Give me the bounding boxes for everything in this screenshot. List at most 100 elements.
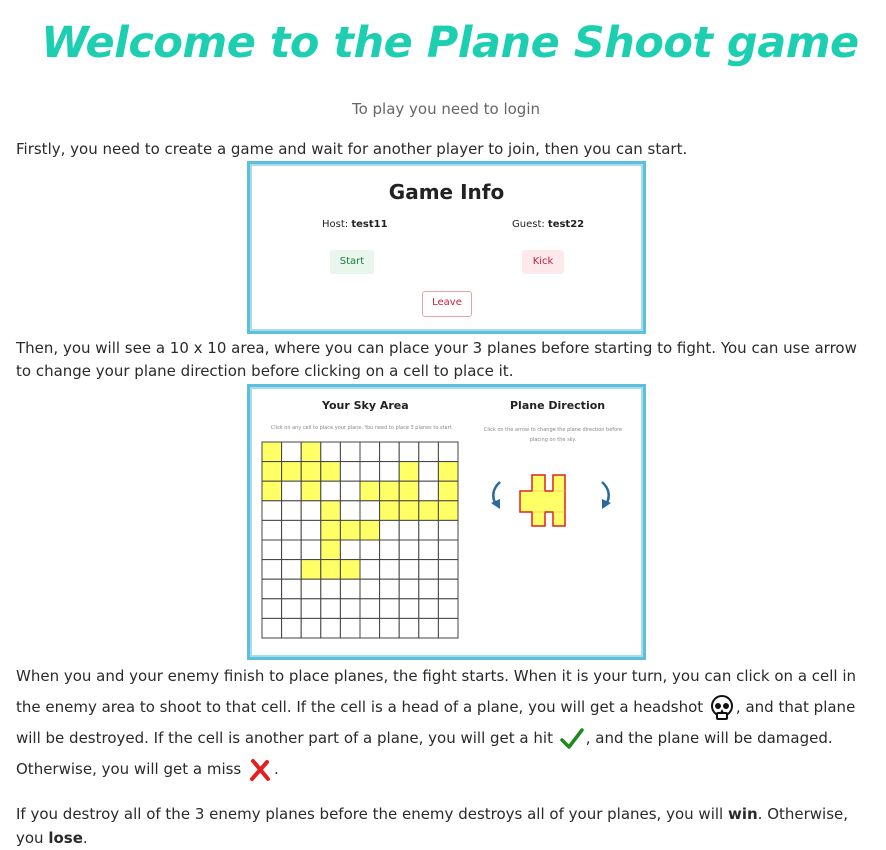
start-button[interactable]: Start <box>330 250 374 274</box>
sky-cell[interactable] <box>320 559 341 580</box>
sky-cell[interactable] <box>398 441 420 463</box>
sky-cell[interactable] <box>379 539 400 561</box>
sky-cell[interactable] <box>261 539 283 561</box>
sky-cell[interactable] <box>398 578 420 600</box>
sky-cell[interactable] <box>437 500 459 521</box>
sky-cell[interactable] <box>320 539 341 561</box>
sky-cell[interactable] <box>261 461 283 482</box>
sky-cell[interactable] <box>359 461 381 482</box>
sky-cell[interactable] <box>320 441 341 463</box>
sky-cell[interactable] <box>261 598 283 619</box>
sky-cell[interactable] <box>300 578 322 600</box>
sky-cell[interactable] <box>398 559 420 580</box>
sky-cell[interactable] <box>281 578 302 600</box>
sky-cell[interactable] <box>261 559 283 580</box>
sky-cell[interactable] <box>339 441 361 463</box>
sky-cell[interactable] <box>379 519 400 541</box>
sky-cell[interactable] <box>339 559 361 580</box>
sky-cell[interactable] <box>261 519 283 541</box>
sky-cell[interactable] <box>398 617 420 639</box>
sky-cell[interactable] <box>339 617 361 639</box>
sky-cell[interactable] <box>261 441 283 463</box>
sky-cell[interactable] <box>437 441 459 463</box>
sky-cell[interactable] <box>359 578 381 600</box>
sky-cell[interactable] <box>437 617 459 639</box>
sky-cell[interactable] <box>359 598 381 619</box>
sky-cell[interactable] <box>300 617 322 639</box>
sky-cell[interactable] <box>418 559 439 580</box>
sky-cell[interactable] <box>398 461 420 482</box>
sky-cell[interactable] <box>437 598 459 619</box>
sky-cell[interactable] <box>281 617 302 639</box>
sky-cell[interactable] <box>379 500 400 521</box>
sky-cell[interactable] <box>437 519 459 541</box>
sky-cell[interactable] <box>281 519 302 541</box>
sky-cell[interactable] <box>437 559 459 580</box>
sky-cell[interactable] <box>281 500 302 521</box>
sky-cell[interactable] <box>320 480 341 502</box>
sky-cell[interactable] <box>418 617 439 639</box>
sky-cell[interactable] <box>281 461 302 482</box>
sky-cell[interactable] <box>359 617 381 639</box>
sky-cell[interactable] <box>398 519 420 541</box>
sky-cell[interactable] <box>418 598 439 619</box>
sky-cell[interactable] <box>320 500 341 521</box>
sky-cell[interactable] <box>418 461 439 482</box>
sky-cell[interactable] <box>418 578 439 600</box>
sky-cell[interactable] <box>398 598 420 619</box>
sky-cell[interactable] <box>379 578 400 600</box>
sky-cell[interactable] <box>261 578 283 600</box>
sky-cell[interactable] <box>320 519 341 541</box>
sky-cell[interactable] <box>300 441 322 463</box>
sky-cell[interactable] <box>359 500 381 521</box>
kick-button[interactable]: Kick <box>522 250 564 274</box>
sky-cell[interactable] <box>281 480 302 502</box>
sky-cell[interactable] <box>437 461 459 482</box>
sky-cell[interactable] <box>300 559 322 580</box>
sky-cell[interactable] <box>339 500 361 521</box>
sky-grid[interactable] <box>261 441 461 641</box>
sky-cell[interactable] <box>359 559 381 580</box>
sky-cell[interactable] <box>300 598 322 619</box>
sky-cell[interactable] <box>281 539 302 561</box>
sky-cell[interactable] <box>320 461 341 482</box>
sky-cell[interactable] <box>300 461 322 482</box>
sky-cell[interactable] <box>437 480 459 502</box>
sky-cell[interactable] <box>300 480 322 502</box>
sky-cell[interactable] <box>418 441 439 463</box>
sky-cell[interactable] <box>359 519 381 541</box>
sky-cell[interactable] <box>379 559 400 580</box>
sky-cell[interactable] <box>320 617 341 639</box>
sky-cell[interactable] <box>379 461 400 482</box>
sky-cell[interactable] <box>339 480 361 502</box>
sky-cell[interactable] <box>379 617 400 639</box>
leave-button[interactable]: Leave <box>422 291 472 317</box>
sky-cell[interactable] <box>339 519 361 541</box>
sky-cell[interactable] <box>261 617 283 639</box>
sky-cell[interactable] <box>300 500 322 521</box>
sky-cell[interactable] <box>418 500 439 521</box>
rotate-left-icon[interactable] <box>491 481 501 509</box>
sky-cell[interactable] <box>359 441 381 463</box>
sky-cell[interactable] <box>339 539 361 561</box>
sky-cell[interactable] <box>300 539 322 561</box>
sky-cell[interactable] <box>320 598 341 619</box>
sky-cell[interactable] <box>339 461 361 482</box>
sky-cell[interactable] <box>379 480 400 502</box>
sky-cell[interactable] <box>339 598 361 619</box>
sky-cell[interactable] <box>300 519 322 541</box>
sky-cell[interactable] <box>398 539 420 561</box>
sky-cell[interactable] <box>281 598 302 619</box>
sky-cell[interactable] <box>261 480 283 502</box>
sky-cell[interactable] <box>418 480 439 502</box>
sky-cell[interactable] <box>418 519 439 541</box>
sky-cell[interactable] <box>398 480 420 502</box>
sky-cell[interactable] <box>359 539 381 561</box>
sky-cell[interactable] <box>281 441 302 463</box>
sky-cell[interactable] <box>398 500 420 521</box>
sky-cell[interactable] <box>379 598 400 619</box>
sky-cell[interactable] <box>418 539 439 561</box>
sky-cell[interactable] <box>281 559 302 580</box>
sky-cell[interactable] <box>379 441 400 463</box>
sky-cell[interactable] <box>437 539 459 561</box>
